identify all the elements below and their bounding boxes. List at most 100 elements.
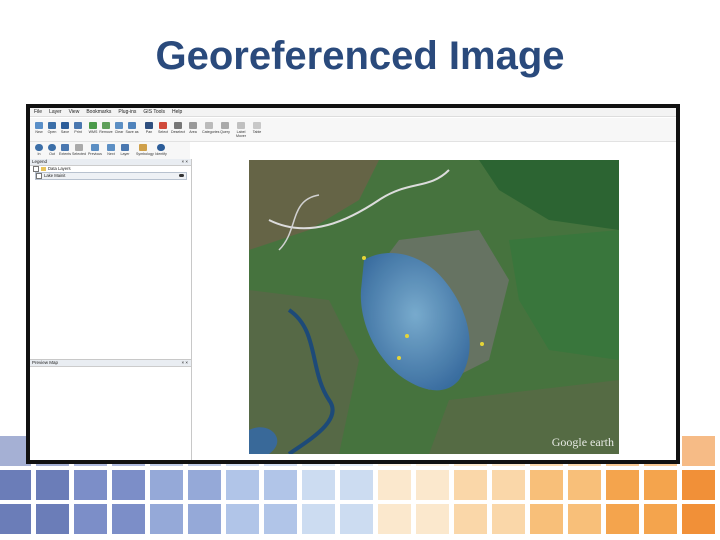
deselect-button[interactable]: Deselect <box>171 122 185 134</box>
area-icon <box>189 122 197 129</box>
decorative-tile <box>606 504 639 534</box>
menu-help[interactable]: Help <box>172 108 182 116</box>
decorative-tile <box>226 470 259 500</box>
layer-button[interactable]: Layer <box>118 144 132 156</box>
decorative-tile <box>606 470 639 500</box>
extents-icon <box>61 144 69 151</box>
previous-button[interactable]: Previous <box>88 144 102 156</box>
zoom-in-icon <box>35 144 43 151</box>
decorative-tile <box>264 470 297 500</box>
remove-button[interactable]: Remove <box>99 122 113 134</box>
navigation-toolbar: In Out Extents Selected Previous Next La… <box>30 142 190 160</box>
decorative-tile <box>302 470 335 500</box>
label-mover-icon <box>237 122 245 129</box>
next-button[interactable]: Next <box>104 144 118 156</box>
label-mover-button[interactable]: Label Mover <box>234 122 248 138</box>
legend-title: Legend <box>32 159 48 164</box>
decorative-tile <box>188 504 221 534</box>
decorative-tile <box>74 470 107 500</box>
categories-button[interactable]: Categories <box>202 122 219 134</box>
layer-icon <box>121 144 129 151</box>
decorative-tile <box>0 504 31 534</box>
new-button[interactable]: New <box>32 122 46 134</box>
zoom-out-button[interactable]: Out <box>45 144 59 156</box>
symbology-button[interactable]: Symbology <box>136 144 154 156</box>
layer-row[interactable]: Lake Mainit <box>35 172 187 180</box>
decorative-tile <box>0 470 31 500</box>
menu-file[interactable]: File <box>34 108 42 116</box>
decorative-tile <box>568 504 601 534</box>
menu-bookmarks[interactable]: Bookmarks <box>86 108 111 116</box>
pan-icon <box>145 122 153 129</box>
area-button[interactable]: Area <box>186 122 200 134</box>
decorative-tile <box>150 470 183 500</box>
decorative-tile <box>36 470 69 500</box>
app-screenshot-frame: File Layer View Bookmarks Plug-ins GIS T… <box>26 104 680 464</box>
save-button[interactable]: Save <box>58 122 72 134</box>
new-icon <box>35 122 43 129</box>
symbology-icon <box>139 144 147 151</box>
select-icon <box>159 122 167 129</box>
decorative-tile <box>36 504 69 534</box>
preview-title: Preview Map <box>32 360 59 365</box>
legend-panel-header: Legend × × <box>30 159 191 166</box>
decorative-tile <box>340 470 373 500</box>
query-button[interactable]: Query <box>218 122 232 134</box>
table-button[interactable]: Table <box>250 122 264 134</box>
decorative-tile <box>150 504 183 534</box>
decorative-tile <box>454 504 487 534</box>
pan-button[interactable]: Pan <box>142 122 156 134</box>
decorative-tile <box>530 504 563 534</box>
select-button[interactable]: Select <box>156 122 170 134</box>
clear-button[interactable]: Clear <box>112 122 126 134</box>
zoom-in-button[interactable]: In <box>32 144 46 156</box>
google-earth-watermark: Google earth <box>551 435 614 449</box>
decorative-tile <box>416 504 449 534</box>
save-as-icon <box>128 122 136 129</box>
open-icon <box>48 122 56 129</box>
decorative-tile <box>682 436 715 466</box>
decorative-tile <box>188 470 221 500</box>
visibility-icon[interactable] <box>179 174 184 177</box>
decorative-tile <box>682 504 715 534</box>
decorative-tile <box>74 504 107 534</box>
save-as-button[interactable]: Save as <box>125 122 139 134</box>
main-toolbar: New Open Save Print WMS Remove Clear Sav… <box>30 118 676 142</box>
clear-icon <box>115 122 123 129</box>
identify-icon <box>157 144 165 151</box>
open-button[interactable]: Open <box>45 122 59 134</box>
decorative-tile <box>112 504 145 534</box>
menu-view[interactable]: View <box>69 108 80 116</box>
previous-icon <box>91 144 99 151</box>
print-button[interactable]: Print <box>71 122 85 134</box>
decorative-tile <box>226 504 259 534</box>
extents-button[interactable]: Extents <box>58 144 72 156</box>
decorative-tile <box>378 504 411 534</box>
save-icon <box>61 122 69 129</box>
decorative-tile <box>644 470 677 500</box>
menu-plugins[interactable]: Plug-ins <box>118 108 136 116</box>
menu-gis-tools[interactable]: GIS Tools <box>143 108 165 116</box>
selected-icon <box>75 144 83 151</box>
layer-group-label: Data Layers <box>48 166 71 172</box>
map-canvas[interactable]: Google earth <box>192 142 676 460</box>
layer-checkbox[interactable] <box>36 173 42 179</box>
close-icon[interactable]: × × <box>181 360 188 366</box>
slide-title: Georeferenced Image <box>155 34 565 78</box>
menu-layer[interactable]: Layer <box>49 108 62 116</box>
layer-label: Lake Mainit <box>44 173 66 179</box>
decorative-tile <box>644 504 677 534</box>
table-icon <box>253 122 261 129</box>
decorative-tile <box>492 470 525 500</box>
satellite-image <box>249 160 619 454</box>
wms-button[interactable]: WMS <box>86 122 100 134</box>
decorative-tile <box>492 504 525 534</box>
selected-button[interactable]: Selected <box>72 144 86 156</box>
gis-application-window: File Layer View Bookmarks Plug-ins GIS T… <box>30 108 676 460</box>
close-icon[interactable]: × × <box>181 159 188 165</box>
preview-map-panel: Preview Map × × <box>30 359 192 460</box>
decorative-tile <box>682 470 715 500</box>
folder-icon <box>41 167 46 171</box>
identify-button[interactable]: Identify <box>154 144 168 156</box>
print-icon <box>74 122 82 129</box>
